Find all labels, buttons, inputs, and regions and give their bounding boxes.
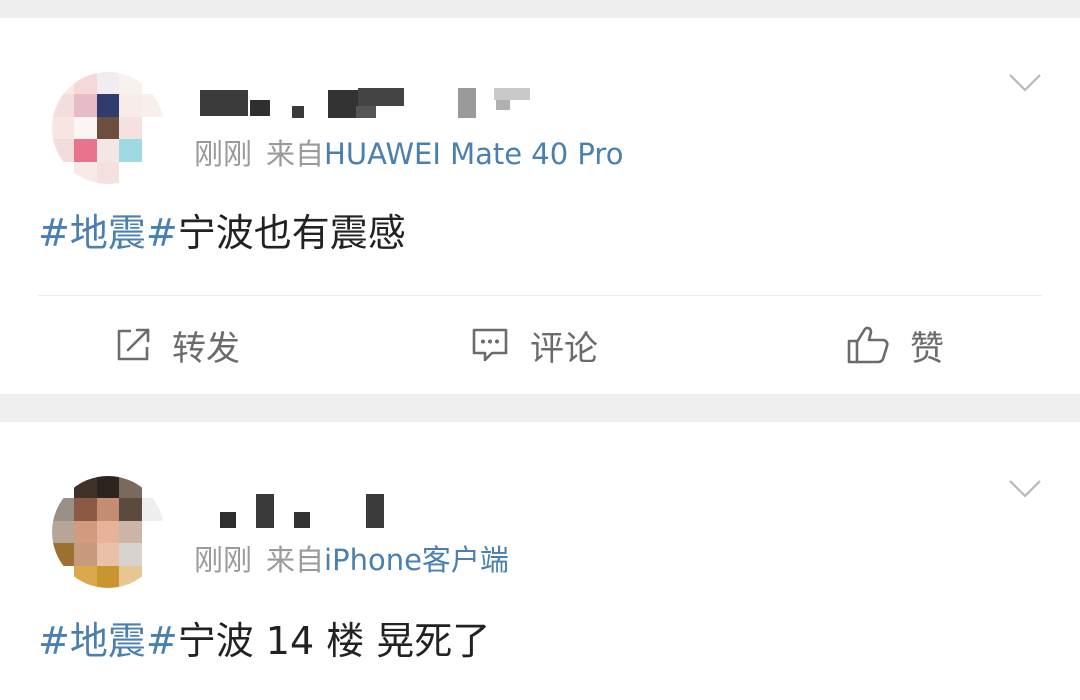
edit-share-icon (117, 328, 150, 361)
source-device-link[interactable]: HUAWEI Mate 40 Pro (324, 137, 623, 171)
post-time: 刚刚 (194, 543, 253, 577)
post-content: #地震#宁波 14 楼 晃死了 (38, 618, 490, 664)
chevron-down-icon[interactable] (1008, 72, 1042, 94)
comment-button[interactable]: 评论 (470, 320, 598, 370)
post-card[interactable]: 刚刚 来自iPhone客户端 #地震#宁波 14 楼 晃死了 (0, 422, 1080, 700)
post-time: 刚刚 (194, 137, 253, 171)
post-content: #地震#宁波也有震感 (38, 210, 406, 256)
source-label: 来自 (266, 543, 325, 577)
post-card[interactable]: 刚刚来自HUAWEI Mate 40 Pro #地震#宁波也有震感 转发 评论 (0, 18, 1080, 394)
avatar[interactable] (52, 476, 164, 588)
post-body-text: 宁波 14 楼 晃死了 (177, 619, 491, 663)
source-label: 来自 (266, 137, 325, 171)
comment-label: 评论 (530, 328, 598, 369)
like-button[interactable]: 赞 (846, 320, 944, 370)
repost-button[interactable]: 转发 (114, 320, 240, 370)
hashtag-link[interactable]: #地震# (38, 211, 178, 255)
repost-label: 转发 (172, 328, 240, 369)
post-meta: 刚刚 来自HUAWEI Mate 40 Pro (194, 136, 623, 172)
divider (38, 295, 1042, 296)
chevron-down-icon[interactable] (1008, 478, 1042, 500)
thumbs-up-icon (847, 326, 889, 364)
post-meta: 刚刚 来自iPhone客户端 (194, 542, 509, 578)
post-body-text: 宁波也有震感 (177, 211, 406, 255)
hashtag-link[interactable]: #地震# (38, 619, 178, 663)
comment-bubble-icon (472, 328, 508, 362)
source-device-link[interactable]: iPhone客户端 (324, 543, 509, 577)
feed-top-gap (0, 0, 1080, 18)
like-label: 赞 (910, 328, 944, 369)
avatar[interactable] (52, 72, 164, 184)
